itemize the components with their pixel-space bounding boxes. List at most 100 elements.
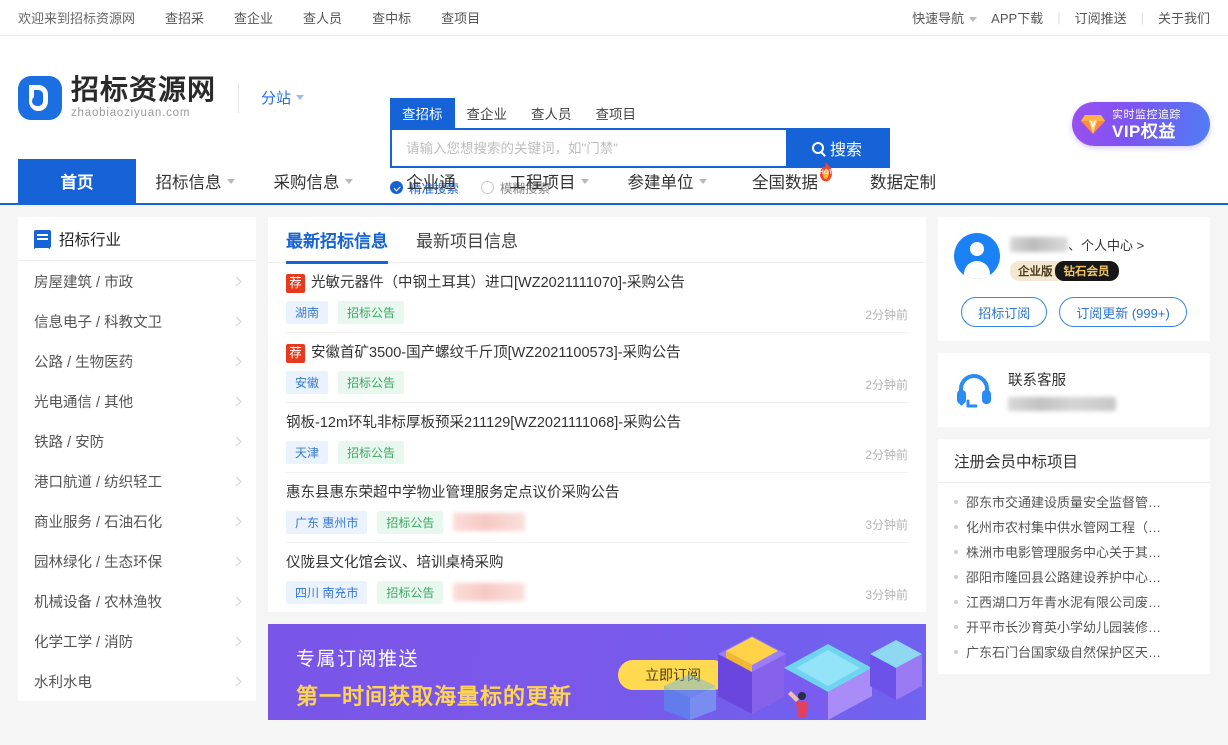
news-item[interactable]: 惠东县惠东荣超中学物业管理服务定点议价采购公告 广东 惠州市 招标公告 3分钟前: [286, 473, 908, 543]
sidebar-item-water-power[interactable]: 水利水电: [18, 661, 256, 701]
news-item[interactable]: 荐 安徽首矿3500-国产螺纹千斤顶[WZ2021100573]-采购公告 安徽…: [286, 333, 908, 403]
search-icon: [811, 142, 824, 154]
customer-support-card[interactable]: 联系客服: [938, 353, 1210, 427]
nav-label: 首页: [60, 174, 94, 192]
sidebar-item-railway[interactable]: 铁路 / 安防: [18, 421, 256, 461]
tab-latest-projects[interactable]: 最新项目信息: [416, 217, 518, 263]
news-meta: 天津 招标公告: [286, 440, 908, 464]
type-tag[interactable]: 招标公告: [338, 440, 405, 464]
list-item[interactable]: 邵阳市隆回县公路建设养护中心…: [954, 564, 1194, 589]
list-item-label: 化州市农村集中供水管网工程（…: [966, 520, 1162, 535]
top-link-qiye[interactable]: 查企业: [234, 8, 273, 27]
chevron-right-icon: [231, 516, 242, 526]
search-button-label: 搜索: [829, 142, 862, 159]
top-link-renyuan[interactable]: 查人员: [303, 8, 342, 27]
nav-item-engineering-projects[interactable]: 工程项目: [490, 159, 608, 203]
sidebar-item-label: 商业服务 / 石油石化: [34, 514, 163, 531]
nav-item-national-data[interactable]: 全国数据 HOT: [726, 159, 844, 203]
bullet-icon: [954, 599, 958, 604]
recommended-badge: 荐: [286, 344, 305, 363]
diamond-icon: V: [1080, 112, 1106, 136]
region-tag[interactable]: 四川 南充市: [286, 580, 368, 604]
sidebar-item-commercial[interactable]: 商业服务 / 石油石化: [18, 501, 256, 541]
news-item[interactable]: 钢板-12m环轧非标厚板预采211129[WZ2021111068]-采购公告 …: [286, 403, 908, 473]
sidebar-item-chemical[interactable]: 化学工学 / 消防: [18, 621, 256, 661]
user-info: 、个人中心 > 企业版 钻石会员: [1010, 233, 1144, 281]
chevron-down-icon: [580, 178, 589, 184]
subscription-updates-button[interactable]: 订阅更新 (999+): [1059, 297, 1187, 327]
top-link-app-download[interactable]: APP下载: [991, 8, 1043, 27]
top-link-xiangmu[interactable]: 查项目: [441, 8, 480, 27]
nav-item-procurement-info[interactable]: 采购信息: [254, 159, 372, 203]
news-title-text: 惠东县惠东荣超中学物业管理服务定点议价采购公告: [286, 484, 620, 501]
brand-logo[interactable]: 招标资源网 zhaobiaoziyuan.com: [18, 75, 216, 120]
site-domain: zhaobiaoziyuan.com: [71, 106, 191, 119]
nav-item-bidding-info[interactable]: 招标信息: [136, 159, 254, 203]
sidebar-item-electronics[interactable]: 信息电子 / 科教文卫: [18, 301, 256, 341]
sidebar-item-landscaping[interactable]: 园林绿化 / 生态环保: [18, 541, 256, 581]
news-item[interactable]: 荐 光敏元器件（中钢土耳其）进口[WZ2021111070]-采购公告 湖南 招…: [286, 263, 908, 333]
type-tag[interactable]: 招标公告: [338, 301, 405, 324]
nav-label: 全国数据: [752, 174, 818, 192]
nav-item-enterprise[interactable]: 企业通: [372, 159, 490, 203]
sidebar-item-port[interactable]: 港口航道 / 纺织轻工: [18, 461, 256, 501]
top-link-zhaocai[interactable]: 查招采: [165, 8, 204, 27]
nav-label: 参建单位: [627, 174, 694, 192]
sidebar-item-housing[interactable]: 房屋建筑 / 市政: [18, 261, 256, 301]
bullet-icon: [954, 649, 958, 654]
region-tag[interactable]: 安徽: [286, 371, 329, 394]
top-left-links: 欢迎来到招标资源网 查招采 查企业 查人员 查中标 查项目: [18, 8, 480, 27]
top-link-subscribe-push[interactable]: 订阅推送: [1075, 8, 1127, 27]
search-tab-renyuan[interactable]: 查人员: [519, 98, 584, 128]
tab-latest-bidding[interactable]: 最新招标信息: [286, 217, 388, 264]
nav-item-participating-units[interactable]: 参建单位: [608, 159, 726, 203]
list-item-label: 株洲市电影管理服务中心关于其…: [966, 545, 1162, 560]
type-tag[interactable]: 招标公告: [338, 371, 405, 394]
type-tag[interactable]: 招标公告: [377, 580, 444, 604]
news-timestamp: 2分钟前: [865, 378, 908, 392]
region-tag[interactable]: 广东 惠州市: [286, 510, 368, 534]
search-tab-qiye[interactable]: 查企业: [455, 98, 520, 128]
list-item[interactable]: 化州市农村集中供水管网工程（…: [954, 514, 1194, 539]
sidebar-item-machinery[interactable]: 机械设备 / 农林渔牧: [18, 581, 256, 621]
top-link-about-us[interactable]: 关于我们: [1158, 8, 1210, 27]
personal-center-link[interactable]: 、个人中心 >: [1068, 235, 1144, 254]
sidebar-item-label: 房屋建筑 / 市政: [34, 274, 134, 291]
support-phone-redacted: [1008, 397, 1116, 411]
search-tab-xiangmu[interactable]: 查项目: [584, 98, 649, 128]
list-item[interactable]: 广东石门台国家级自然保护区天…: [954, 639, 1194, 664]
region-tag[interactable]: 天津: [286, 440, 329, 464]
search-tab-zhaobiao[interactable]: 查招标: [390, 98, 455, 128]
bidding-subscription-button[interactable]: 招标订阅: [961, 297, 1048, 327]
list-item[interactable]: 株洲市电影管理服务中心关于其…: [954, 539, 1194, 564]
sidebar-item-label: 港口航道 / 纺织轻工: [34, 474, 163, 491]
welcome-text: 欢迎来到招标资源网: [18, 11, 136, 26]
news-tabs: 最新招标信息 最新项目信息: [268, 217, 926, 264]
banner-illustration: [656, 624, 926, 720]
region-tag[interactable]: 湖南: [286, 301, 329, 324]
news-title-row[interactable]: 仪陇县文化馆会议、培训桌椅采购: [286, 554, 908, 573]
news-title-row[interactable]: 惠东县惠东荣超中学物业管理服务定点议价采购公告: [286, 484, 908, 503]
avatar[interactable]: [954, 233, 1000, 279]
list-item[interactable]: 开平市长沙育英小学幼儿园装修…: [954, 614, 1194, 639]
vip-tagline: 实时监控追踪: [1112, 109, 1181, 122]
news-title-row[interactable]: 荐 光敏元器件（中钢土耳其）进口[WZ2021111070]-采购公告: [286, 274, 908, 293]
news-item[interactable]: 仪陇县文化馆会议、培训桌椅采购 四川 南充市 招标公告 3分钟前: [286, 543, 908, 612]
news-list: 荐 光敏元器件（中钢土耳其）进口[WZ2021111070]-采购公告 湖南 招…: [268, 263, 926, 612]
news-title-text: 钢板-12m环轧非标厚板预采211129[WZ2021111068]-采购公告: [286, 415, 682, 431]
list-item[interactable]: 江西湖口万年青水泥有限公司废…: [954, 589, 1194, 614]
news-title-row[interactable]: 钢板-12m环轧非标厚板预采211129[WZ2021111068]-采购公告: [286, 414, 908, 433]
type-tag[interactable]: 招标公告: [377, 510, 444, 534]
chevron-down-icon: [296, 95, 305, 100]
top-link-zhongbiao[interactable]: 查中标: [372, 8, 411, 27]
news-title-row[interactable]: 荐 安徽首矿3500-国产螺纹千斤顶[WZ2021100573]-采购公告: [286, 344, 908, 363]
subsite-selector[interactable]: 分站: [261, 87, 305, 108]
list-item[interactable]: 邵东市交通建设质量安全监督管…: [954, 489, 1194, 514]
sidebar-item-optical-comm[interactable]: 光电通信 / 其他: [18, 381, 256, 421]
quick-nav-dropdown[interactable]: 快速导航: [912, 8, 978, 27]
vip-benefits-badge[interactable]: V 实时监控追踪 VIP权益: [1072, 102, 1210, 146]
subscription-banner[interactable]: 专属订阅推送 第一时间获取海量标的更新 立即订阅: [268, 623, 926, 720]
sidebar-item-highway[interactable]: 公路 / 生物医药: [18, 341, 256, 381]
nav-item-home[interactable]: 首页: [18, 159, 136, 203]
nav-item-data-customization[interactable]: 数据定制: [844, 159, 962, 203]
